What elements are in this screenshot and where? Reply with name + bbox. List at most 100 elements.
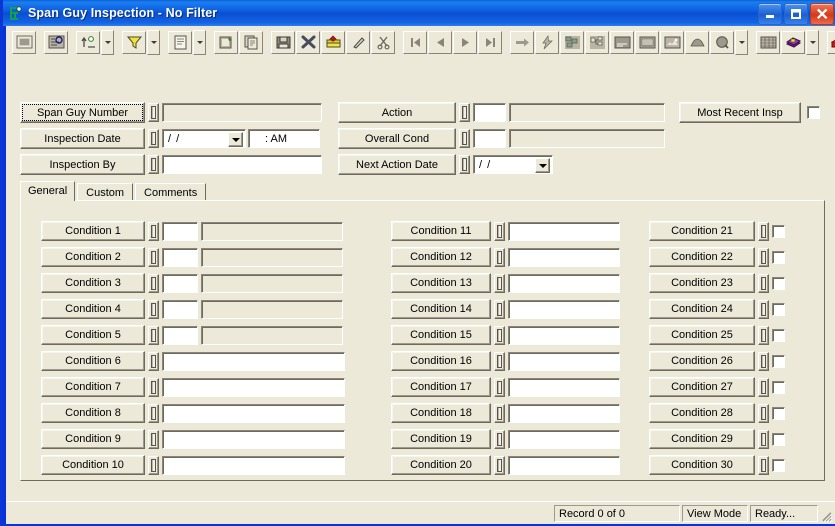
condition-label-button[interactable]: Condition 25 [649,325,755,345]
condition-label-button[interactable]: Condition 10 [41,455,145,475]
inspection-by-input[interactable] [162,155,322,174]
next-action-date-lookup-button[interactable] [459,155,470,174]
save-icon[interactable] [271,31,295,54]
condition-checkbox[interactable] [772,407,785,420]
condition-lookup-button[interactable] [494,222,505,241]
condition-label-button[interactable]: Condition 5 [41,325,145,345]
grid-icon[interactable] [756,31,780,54]
most-recent-insp-checkbox[interactable] [807,106,820,119]
condition-label-button[interactable]: Condition 17 [391,377,491,397]
report-icon[interactable] [635,31,659,54]
condition-code-input[interactable] [162,326,198,345]
condition-value-input[interactable] [508,300,620,319]
new-dropdown-arrow[interactable] [193,30,206,55]
condition-checkbox[interactable] [772,277,785,290]
next-record-icon[interactable] [453,31,477,54]
filter-dropdown-arrow[interactable] [147,30,160,55]
condition-lookup-button[interactable] [494,352,505,371]
condition-lookup-button[interactable] [758,274,769,293]
condition-label-button[interactable]: Condition 15 [391,325,491,345]
condition-label-button[interactable]: Condition 23 [649,273,755,293]
find-record-icon[interactable] [44,31,68,54]
select-all-icon[interactable] [12,31,36,54]
condition-lookup-button[interactable] [494,274,505,293]
exit-icon[interactable] [827,31,835,54]
condition-label-button[interactable]: Condition 12 [391,247,491,267]
condition-label-button[interactable]: Condition 11 [391,221,491,241]
delete-icon[interactable] [296,31,320,54]
condition-lookup-button[interactable] [494,248,505,267]
condition-label-button[interactable]: Condition 22 [649,247,755,267]
search-dropdown-arrow[interactable] [735,30,748,55]
condition-value-input[interactable] [508,352,620,371]
condition-label-button[interactable]: Condition 8 [41,403,145,423]
tab-comments[interactable]: Comments [135,183,206,201]
overall-cond-label-button[interactable]: Overall Cond [338,128,456,149]
condition-lookup-button[interactable] [494,326,505,345]
condition-lookup-button[interactable] [758,456,769,475]
condition-label-button[interactable]: Condition 2 [41,247,145,267]
attachment-icon[interactable] [660,31,684,54]
condition-label-button[interactable]: Condition 30 [649,455,755,475]
condition-checkbox[interactable] [772,433,785,446]
action-label-button[interactable]: Action [338,102,456,123]
condition-value-input[interactable] [508,248,620,267]
condition-label-button[interactable]: Condition 26 [649,351,755,371]
inspection-date-lookup-button[interactable] [148,129,159,148]
new-record-icon[interactable] [168,31,192,54]
condition-description-input[interactable] [201,222,343,241]
goto-icon[interactable] [510,31,534,54]
condition-lookup-button[interactable] [494,300,505,319]
condition-description-input[interactable] [201,248,343,267]
condition-label-button[interactable]: Condition 27 [649,377,755,397]
condition-label-button[interactable]: Condition 24 [649,299,755,319]
condition-label-button[interactable]: Condition 3 [41,273,145,293]
overall-cond-description-input[interactable] [509,129,665,148]
condition-lookup-button[interactable] [758,404,769,423]
post-icon[interactable] [321,31,345,54]
condition-lookup-button[interactable] [148,430,159,449]
condition-lookup-button[interactable] [148,456,159,475]
structure-icon[interactable] [585,31,609,54]
action-description-input[interactable] [509,103,665,122]
condition-checkbox[interactable] [772,251,785,264]
condition-lookup-button[interactable] [148,248,159,267]
condition-description-input[interactable] [201,300,343,319]
condition-value-input[interactable] [508,222,620,241]
condition-label-button[interactable]: Condition 29 [649,429,755,449]
overall-cond-lookup-button[interactable] [459,129,470,148]
inspection-date-label-button[interactable]: Inspection Date [20,128,145,149]
map-icon[interactable] [685,31,709,54]
condition-value-input[interactable] [162,378,345,397]
condition-lookup-button[interactable] [494,456,505,475]
sort-dropdown-arrow[interactable] [101,30,114,55]
next-action-date-combo[interactable]: / / [473,155,553,174]
condition-lookup-button[interactable] [148,404,159,423]
condition-lookup-button[interactable] [758,300,769,319]
condition-value-input[interactable] [508,404,620,423]
condition-label-button[interactable]: Condition 21 [649,221,755,241]
condition-label-button[interactable]: Condition 1 [41,221,145,241]
span-guy-number-input[interactable] [162,103,322,122]
pencil-icon[interactable] [346,31,370,54]
books-icon[interactable] [781,31,805,54]
condition-lookup-button[interactable] [494,378,505,397]
condition-lookup-button[interactable] [758,248,769,267]
condition-label-button[interactable]: Condition 18 [391,403,491,423]
inspection-by-label-button[interactable]: Inspection By [20,154,145,175]
condition-value-input[interactable] [162,430,345,449]
condition-checkbox[interactable] [772,459,785,472]
last-record-icon[interactable] [478,31,502,54]
condition-lookup-button[interactable] [758,352,769,371]
notes-icon[interactable] [610,31,634,54]
hierarchy-icon[interactable] [560,31,584,54]
action-code-input[interactable] [473,103,506,122]
condition-label-button[interactable]: Condition 14 [391,299,491,319]
overall-cond-code-input[interactable] [473,129,506,148]
condition-code-input[interactable] [162,248,198,267]
condition-checkbox[interactable] [772,355,785,368]
condition-lookup-button[interactable] [494,404,505,423]
books-dropdown-arrow[interactable] [806,30,819,55]
edit-record-icon[interactable] [214,31,238,54]
lightning-icon[interactable] [535,31,559,54]
